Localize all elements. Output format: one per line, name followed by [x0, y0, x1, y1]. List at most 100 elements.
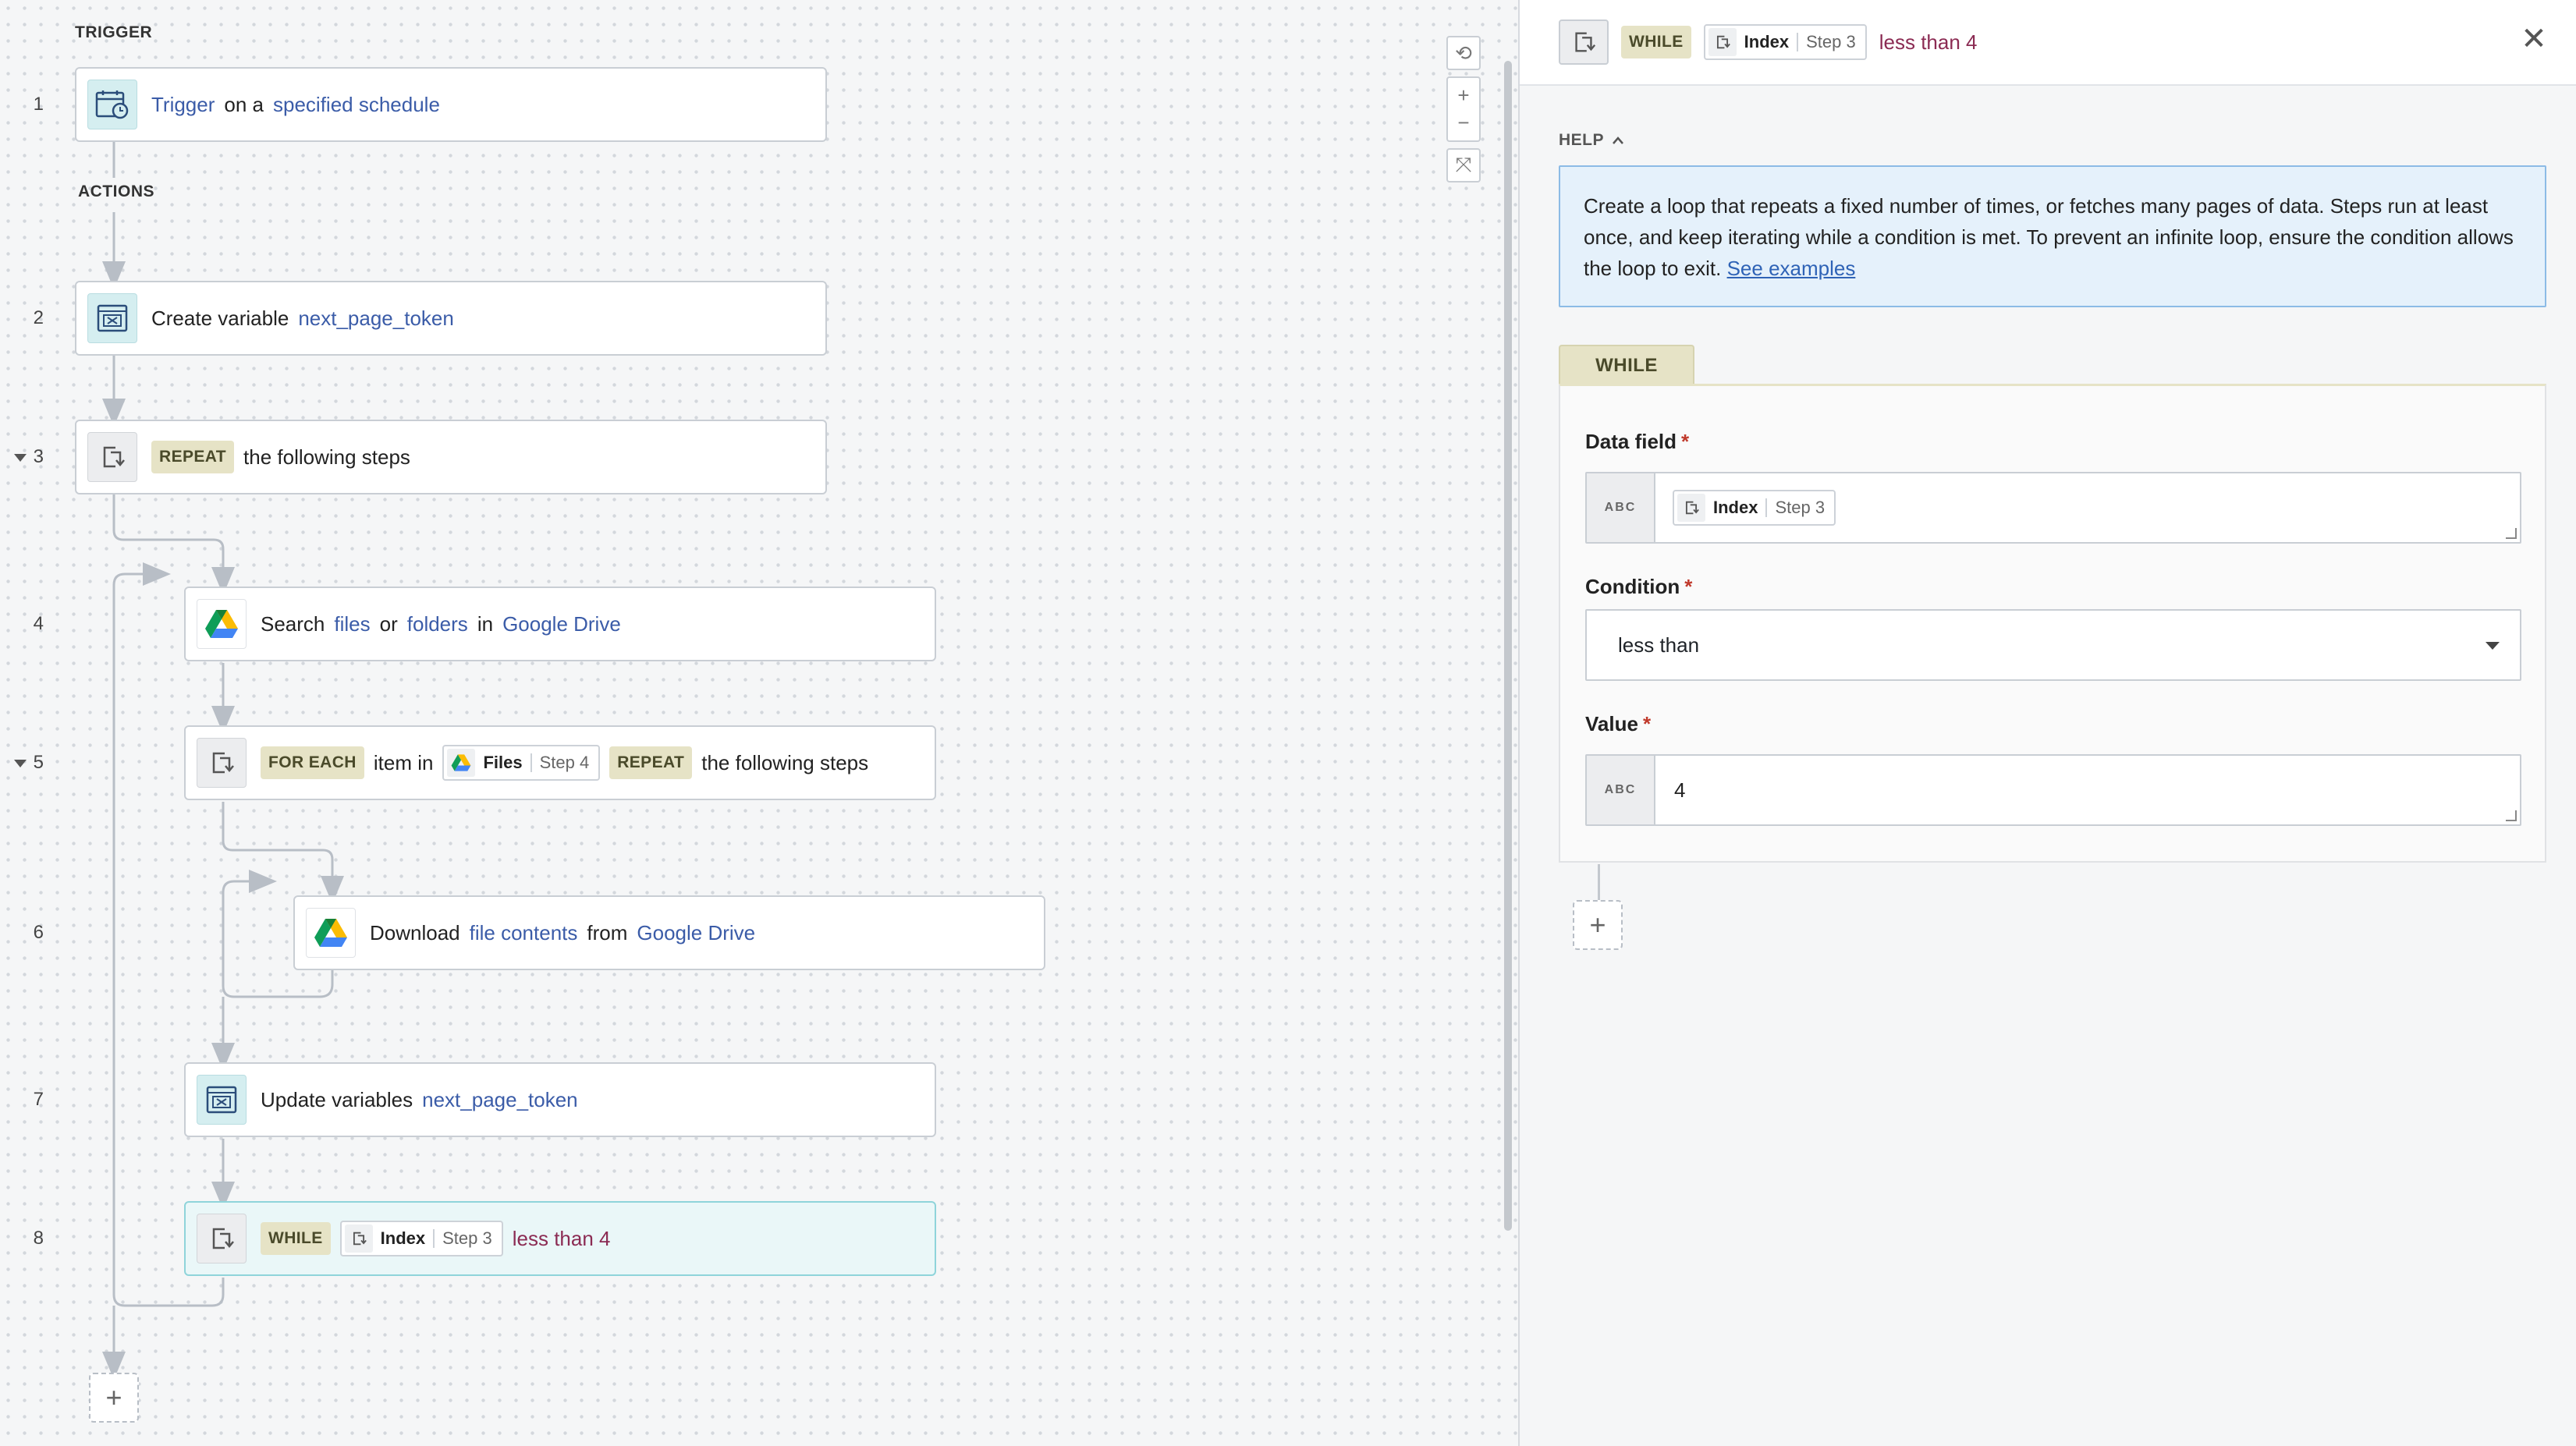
while-condition-text: less than 4 — [512, 1226, 611, 1250]
zoom-in-button[interactable]: + — [1457, 83, 1469, 108]
step-number-4: 4 — [33, 613, 44, 634]
step-1-trigger-node[interactable]: Trigger on a specified schedule — [75, 67, 827, 142]
step-number-2: 2 — [33, 307, 44, 328]
loop-icon — [87, 432, 137, 482]
resize-handle[interactable] — [2506, 528, 2517, 539]
step-4-search-drive-node[interactable]: Search files or folders in Google Drive — [184, 587, 936, 661]
step-4-text: Search files or folders in Google Drive — [261, 612, 621, 636]
step-number-6: 6 — [33, 922, 44, 943]
text-create-variable: Create variable — [151, 306, 289, 330]
abc-type-tag[interactable]: ABC — [1587, 473, 1655, 542]
condition-label: Condition * — [1585, 575, 1692, 599]
condition-select[interactable]: less than — [1585, 609, 2521, 681]
pill-step: Step 3 — [442, 1228, 492, 1248]
text-download: Download — [370, 920, 460, 945]
pill-name: Index — [1744, 32, 1790, 51]
step-8-text: WHILE Index Step 3 less than 4 — [261, 1221, 610, 1256]
text-search: Search — [261, 611, 325, 636]
trigger-section-label: TRIGGER — [75, 23, 153, 41]
files-link[interactable]: files — [334, 612, 370, 636]
step-number-5: 5 — [33, 752, 44, 773]
connector-line — [1598, 864, 1600, 902]
variable-icon — [197, 1075, 247, 1125]
for-each-badge: FOR EACH — [261, 746, 364, 779]
data-field-input[interactable]: ABC Index Step 3 — [1585, 472, 2521, 544]
help-text: Create a loop that repeats a fixed numbe… — [1584, 194, 2514, 280]
actions-section-label: ACTIONS — [78, 183, 154, 200]
help-toggle[interactable]: HELP — [1559, 131, 1624, 150]
loop-icon — [197, 738, 247, 788]
step-8-while-node[interactable]: WHILE Index Step 3 less than 4 — [184, 1201, 936, 1276]
header-condition-text: less than 4 — [1879, 30, 1978, 54]
value-input[interactable]: ABC 4 — [1585, 754, 2521, 826]
schedule-link[interactable]: specified schedule — [273, 93, 440, 117]
pill-name: Index — [1713, 498, 1758, 517]
files-step-4-pill[interactable]: Files Step 4 — [442, 745, 601, 781]
while-badge: WHILE — [261, 1222, 331, 1255]
text-following-steps: the following steps — [243, 445, 410, 469]
index-step-3-pill[interactable]: Index Step 3 — [339, 1221, 503, 1256]
text-item-in: item in — [373, 750, 434, 774]
step-2-create-variable-node[interactable]: Create variable next_page_token — [75, 281, 827, 356]
file-contents-link[interactable]: file contents — [470, 921, 578, 945]
text-or: or — [379, 611, 398, 636]
pill-name: Index — [380, 1228, 426, 1248]
google-drive-link[interactable]: Google Drive — [502, 612, 621, 636]
fit-view-button[interactable]: ⤧ — [1446, 148, 1481, 183]
help-label: HELP — [1559, 131, 1605, 149]
abc-type-tag[interactable]: ABC — [1587, 756, 1655, 824]
calendar-clock-icon — [87, 80, 137, 129]
required-marker: * — [1684, 575, 1693, 598]
step-number-8: 8 — [33, 1228, 44, 1249]
loop-icon — [197, 1214, 247, 1263]
step-3-text: REPEAT the following steps — [151, 441, 410, 473]
repeat-badge: REPEAT — [609, 746, 693, 779]
loop-icon — [1708, 28, 1737, 56]
step-5-for-each-node[interactable]: FOR EACH item in Files Step 4 REPEAT the… — [184, 725, 936, 800]
index-step-3-pill[interactable]: Index Step 3 — [1673, 490, 1836, 526]
condition-label-text: Condition — [1585, 575, 1680, 598]
variable-icon — [87, 293, 137, 343]
google-drive-icon — [447, 749, 476, 777]
step-6-text: Download file contents from Google Drive — [370, 921, 755, 945]
step-6-download-node[interactable]: Download file contents from Google Drive — [293, 895, 1045, 970]
step-number-1: 1 — [33, 94, 44, 115]
pill-step: Step 4 — [539, 753, 590, 772]
resize-handle[interactable] — [2506, 810, 2517, 821]
loop-icon — [1559, 19, 1609, 65]
pill-divider — [530, 753, 532, 772]
zoom-out-button[interactable]: − — [1457, 111, 1469, 135]
variable-name-link[interactable]: next_page_token — [298, 307, 454, 331]
required-marker: * — [1642, 712, 1652, 735]
pill-step: Step 3 — [1775, 498, 1826, 517]
while-form: Data field * ABC Index Step 3 Condition * … — [1559, 384, 2546, 863]
folders-link[interactable]: folders — [407, 612, 468, 636]
google-drive-icon — [197, 599, 247, 649]
trigger-link[interactable]: Trigger — [151, 93, 215, 117]
google-drive-icon — [306, 908, 356, 958]
value-label-text: Value — [1585, 712, 1638, 735]
data-field-value: Index Step 3 — [1655, 490, 1836, 526]
close-icon[interactable]: ✕ — [2518, 22, 2549, 56]
canvas-scrollbar[interactable] — [1504, 61, 1512, 1231]
index-step-3-pill[interactable]: Index Step 3 — [1703, 24, 1867, 60]
step-3-repeat-node[interactable]: REPEAT the following steps — [75, 420, 827, 494]
data-field-label-text: Data field — [1585, 430, 1677, 453]
step-config-panel: WHILE Index Step 3 less than 4 ✕ HELP Cr… — [1518, 0, 2576, 1446]
step-7-update-variables-node[interactable]: Update variables next_page_token — [184, 1062, 936, 1137]
panel-header: WHILE Index Step 3 less than 4 ✕ — [1520, 0, 2576, 86]
step-number-3: 3 — [33, 446, 44, 467]
see-examples-link[interactable]: See examples — [1727, 257, 1856, 280]
variable-name-link[interactable]: next_page_token — [422, 1088, 578, 1112]
google-drive-link[interactable]: Google Drive — [637, 921, 755, 945]
reset-zoom-button[interactable]: ⟲ — [1446, 36, 1481, 70]
repeat-badge: REPEAT — [151, 441, 235, 473]
value-label: Value * — [1585, 712, 1651, 736]
workflow-canvas[interactable]: TRIGGER ACTIONS 1 Trigger on a specified… — [0, 0, 1518, 1446]
condition-selected-value: less than — [1618, 633, 1700, 657]
add-step-button[interactable]: + — [89, 1373, 139, 1423]
loop-icon — [1677, 494, 1705, 522]
add-nested-step-button[interactable]: + — [1573, 900, 1623, 950]
text-from: from — [587, 920, 628, 945]
while-tab: WHILE — [1559, 345, 1694, 385]
